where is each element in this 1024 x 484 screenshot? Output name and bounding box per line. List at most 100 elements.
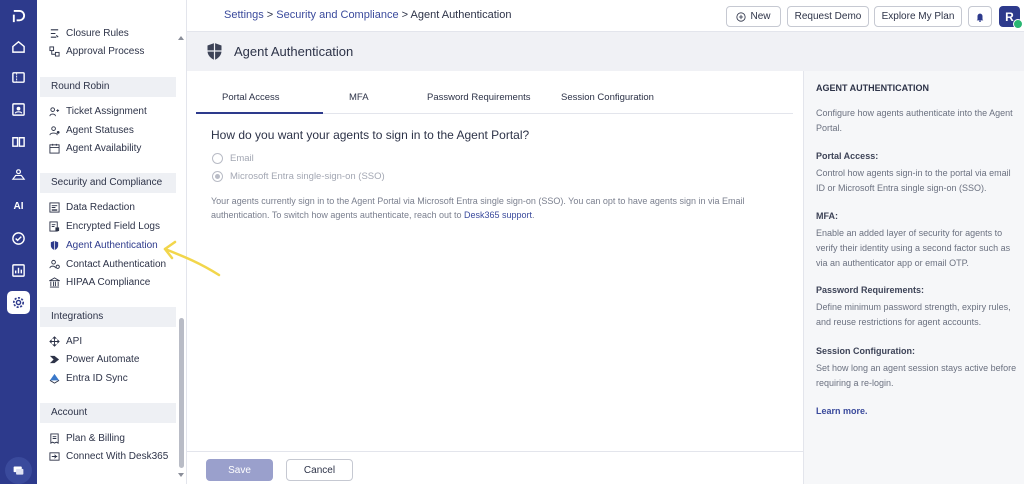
option-entra-sso-label: Microsoft Entra single-sign-on (SSO) [230,171,385,182]
sign-in-question: How do you want your agents to sign in t… [211,128,530,142]
sidebar-item-label: Power Automate [66,354,140,365]
active-tab-indicator [196,112,323,114]
sidebar-scrollbar-thumb[interactable] [179,318,184,468]
sidebar-item-api[interactable]: API [49,334,82,349]
community-icon[interactable] [7,163,30,186]
tab-bar: Portal Access MFA Password Requirements … [196,84,793,114]
data-redaction-icon [49,202,60,213]
knowledge-base-icon[interactable] [7,130,30,153]
sidebar-item-agent-statuses[interactable]: Agent Statuses [49,123,134,138]
breadcrumb-separator: > [263,9,277,21]
sidebar-item-label: Closure Rules [66,28,129,39]
tasks-icon[interactable] [7,227,30,250]
chat-icon[interactable] [5,457,32,484]
reports-icon[interactable] [7,259,30,282]
sidebar-item-approval-process[interactable]: Approval Process [49,44,144,59]
help-text-password: Define minimum password strength, expiry… [816,302,1011,327]
app-rail: AI [0,0,37,484]
tab-portal-access[interactable]: Portal Access [222,92,280,103]
help-heading-portal-access: Portal Access: [816,151,879,161]
cancel-button[interactable]: Cancel [286,459,353,481]
sidebar-item-hipaa-compliance[interactable]: HIPAA Compliance [49,275,150,290]
sidebar-item-ticket-assignment[interactable]: Ticket Assignment [49,104,147,119]
sidebar-item-agent-availability[interactable]: Agent Availability [49,141,141,156]
breadcrumb-security[interactable]: Security and Compliance [276,9,398,21]
encrypted-logs-icon [49,221,60,232]
ticket-assignment-icon [49,107,60,117]
contacts-icon[interactable] [7,98,30,121]
help-text-portal-access: Control how agents sign-in to the portal… [816,168,1011,193]
description-end: . [532,210,535,220]
settings-icon[interactable] [7,291,30,314]
home-icon[interactable] [7,35,30,58]
group-security-and-compliance: Security and Compliance [40,173,176,193]
agent-availability-icon [49,143,60,154]
help-heading-session: Session Configuration: [816,346,915,356]
help-panel: AGENT AUTHENTICATION Configure how agent… [803,71,1024,484]
contact-auth-icon [49,259,60,269]
scroll-down-arrow[interactable] [178,473,184,477]
agent-statuses-icon [49,126,60,136]
sidebar-item-label: Agent Authentication [66,240,158,251]
hipaa-icon [49,277,60,288]
scroll-up-arrow[interactable] [178,36,184,40]
sidebar-item-label: Data Redaction [66,202,135,213]
ticket-icon[interactable] [7,66,30,89]
radio-entra-sso[interactable] [212,171,223,182]
shield-icon [50,240,59,251]
sidebar-item-data-redaction[interactable]: Data Redaction [49,200,135,215]
breadcrumb: Settings > Security and Compliance > Age… [224,9,511,21]
annotation-arrow-icon [163,240,221,277]
logo-icon[interactable] [7,5,30,28]
sidebar-item-label: Connect With Desk365 [66,451,169,462]
tab-password-requirements[interactable]: Password Requirements [427,92,531,103]
sidebar-item-label: Ticket Assignment [66,106,147,117]
sidebar-item-connect-desk365[interactable]: Connect With Desk365 [49,449,168,464]
desk365-support-link[interactable]: Desk365 support [464,210,532,220]
approval-icon [49,46,60,57]
sidebar-item-label: Contact Authentication [66,259,167,270]
radio-email[interactable] [212,153,223,164]
tab-session-configuration[interactable]: Session Configuration [561,92,654,103]
help-text-mfa: Enable an added layer of security for ag… [816,228,1011,268]
breadcrumb-settings[interactable]: Settings [224,9,264,21]
sidebar-item-label: Entra ID Sync [66,373,128,384]
sidebar-item-label: HIPAA Compliance [66,277,151,288]
connect-icon [49,452,60,461]
explore-my-plan-button[interactable]: Explore My Plan [874,6,962,27]
notifications-button[interactable] [968,6,992,27]
request-demo-label: Request Demo [794,11,862,22]
form-footer: Save Cancel [187,451,803,484]
learn-more-link[interactable]: Learn more. [816,406,868,416]
help-intro: Configure how agents authenticate into t… [816,108,1013,133]
new-button[interactable]: New [726,6,781,27]
sidebar-item-closure-rules[interactable]: Closure Rules [49,26,129,41]
online-status-dot [1013,19,1023,29]
plus-circle-icon [736,11,747,22]
sidebar-item-label: Agent Availability [66,143,142,154]
save-button[interactable]: Save [206,459,273,481]
option-email[interactable]: Email [212,153,254,164]
sidebar-item-label: Approval Process [66,46,145,57]
sidebar-item-label: Plan & Billing [66,433,125,444]
sidebar-item-plan-billing[interactable]: Plan & Billing [49,431,125,446]
sidebar-item-label: Encrypted Field Logs [66,221,160,232]
shield-icon [207,43,222,60]
option-entra-sso[interactable]: Microsoft Entra single-sign-on (SSO) [212,171,385,182]
sidebar-item-label: Agent Statuses [66,125,134,136]
explore-plan-label: Explore My Plan [881,11,955,22]
power-automate-icon [49,355,60,364]
breadcrumb-current: Agent Authentication [410,9,512,21]
sidebar-item-label: API [66,336,83,347]
tab-mfa[interactable]: MFA [349,92,369,103]
group-integrations: Integrations [40,307,176,327]
sidebar-item-encrypted-field-logs[interactable]: Encrypted Field Logs [49,219,160,234]
sidebar-item-power-automate[interactable]: Power Automate [49,352,139,367]
sidebar-item-agent-authentication[interactable]: Agent Authentication [49,238,158,253]
main-content: Portal Access MFA Password Requirements … [187,71,803,484]
ai-icon[interactable]: AI [7,195,30,218]
request-demo-button[interactable]: Request Demo [787,6,869,27]
sidebar-item-entra-id-sync[interactable]: Entra ID Sync [49,371,128,386]
sidebar-item-contact-authentication[interactable]: Contact Authentication [49,257,166,272]
bell-icon [976,13,984,22]
